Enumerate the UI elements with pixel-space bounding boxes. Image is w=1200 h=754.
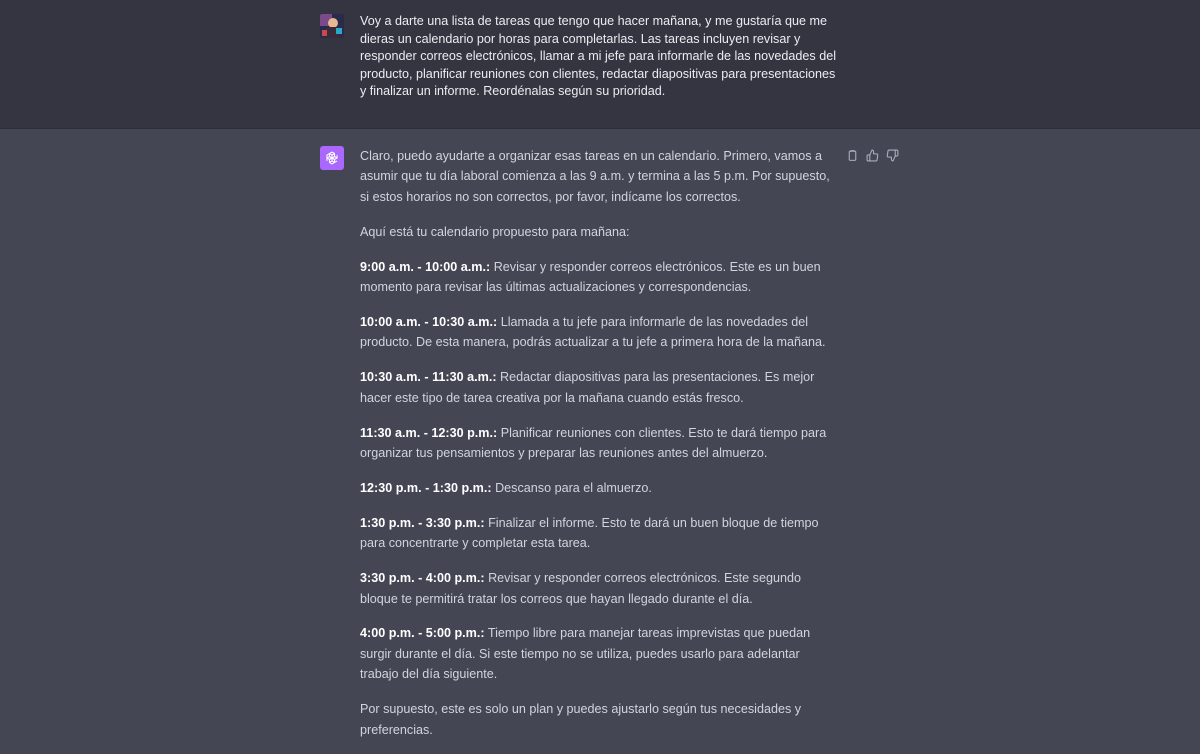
- intro-paragraph: Claro, puedo ayudarte a organizar esas t…: [360, 149, 830, 204]
- user-avatar: [320, 14, 344, 38]
- closing-paragraph: Por supuesto, este es solo un plan y pue…: [360, 702, 802, 737]
- schedule-item: 10:00 a.m. - 10:30 a.m.: Llamada a tu je…: [360, 312, 840, 353]
- user-message-text: Voy a darte una lista de tareas que teng…: [360, 14, 837, 99]
- thumbs-up-icon[interactable]: [865, 148, 879, 162]
- schedule-time: 1:30 p.m. - 3:30 p.m.:: [360, 515, 485, 530]
- lead-paragraph: Aquí está tu calendario propuesto para m…: [360, 224, 630, 239]
- schedule-time: 10:30 a.m. - 11:30 a.m.:: [360, 370, 497, 385]
- message-actions: [845, 148, 899, 162]
- schedule-item: 3:30 p.m. - 4:00 p.m.: Revisar y respond…: [360, 568, 840, 609]
- schedule-time: 4:00 p.m. - 5:00 p.m.:: [360, 626, 485, 641]
- schedule-desc: Descanso para el almuerzo.: [491, 480, 652, 495]
- assistant-message: Claro, puedo ayudarte a organizar esas t…: [0, 129, 1200, 737]
- schedule-item: 1:30 p.m. - 3:30 p.m.: Finalizar el info…: [360, 513, 840, 554]
- assistant-message-text: Claro, puedo ayudarte a organizar esas t…: [360, 146, 840, 754]
- schedule-time: 12:30 p.m. - 1:30 p.m.:: [360, 480, 492, 495]
- schedule-time: 3:30 p.m. - 4:00 p.m.:: [360, 571, 485, 586]
- schedule-item: 9:00 a.m. - 10:00 a.m.: Revisar y respon…: [360, 257, 840, 298]
- schedule-item: 4:00 p.m. - 5:00 p.m.: Tiempo libre para…: [360, 623, 840, 684]
- schedule-time: 9:00 a.m. - 10:00 a.m.:: [360, 259, 491, 274]
- schedule-item: 11:30 a.m. - 12:30 p.m.: Planificar reun…: [360, 423, 840, 464]
- user-message: Voy a darte una lista de tareas que teng…: [0, 0, 1200, 129]
- schedule-time: 11:30 a.m. - 12:30 p.m.:: [360, 425, 498, 440]
- openai-logo-icon: [320, 146, 344, 170]
- schedule-time: 10:00 a.m. - 10:30 a.m.:: [360, 314, 498, 329]
- schedule-item: 12:30 p.m. - 1:30 p.m.: Descanso para el…: [360, 478, 840, 498]
- copy-icon[interactable]: [845, 148, 859, 162]
- thumbs-down-icon[interactable]: [885, 148, 899, 162]
- schedule-item: 10:30 a.m. - 11:30 a.m.: Redactar diapos…: [360, 367, 840, 408]
